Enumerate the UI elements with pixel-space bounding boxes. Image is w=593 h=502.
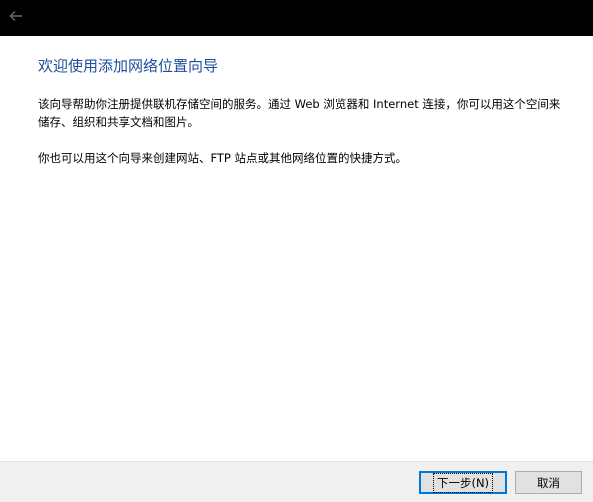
next-button[interactable]: 下一步(N) xyxy=(419,471,507,494)
title-bar xyxy=(0,0,593,36)
next-button-label: 下一步(N) xyxy=(432,472,494,493)
back-button[interactable] xyxy=(6,6,26,26)
wizard-window: 欢迎使用添加网络位置向导 该向导帮助你注册提供联机存储空间的服务。通过 Web … xyxy=(0,0,593,502)
description-paragraph: 该向导帮助你注册提供联机存储空间的服务。通过 Web 浏览器和 Internet… xyxy=(38,97,561,129)
back-arrow-icon xyxy=(9,11,22,21)
cancel-button[interactable]: 取消 xyxy=(515,471,582,494)
button-bar: 下一步(N) 取消 xyxy=(0,461,593,502)
cancel-button-label: 取消 xyxy=(537,475,560,490)
wizard-content: 欢迎使用添加网络位置向导 该向导帮助你注册提供联机存储空间的服务。通过 Web … xyxy=(38,56,568,167)
shortcut-paragraph: 你也可以用这个向导来创建网站、FTP 站点或其他网络位置的快捷方式。 xyxy=(38,151,408,165)
wizard-title: 欢迎使用添加网络位置向导 xyxy=(38,57,219,75)
